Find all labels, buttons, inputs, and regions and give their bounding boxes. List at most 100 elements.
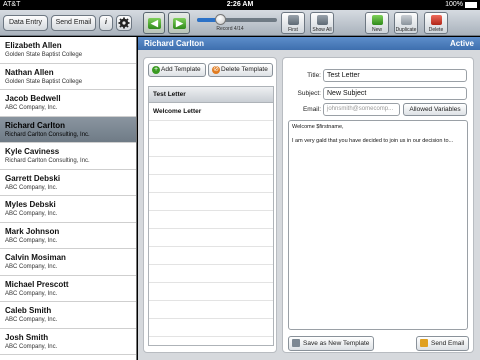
empty-template-row [149, 157, 273, 175]
list-item[interactable]: Kyle Caviness Richard Carlton Consulting,… [0, 143, 136, 170]
contact-list: Elizabeth Allen Golden State Baptist Coll… [0, 37, 137, 360]
email-field[interactable]: johnsmith@somecomp... [323, 103, 400, 116]
list-item[interactable]: Mark Johnson ABC Company, Inc. [0, 223, 136, 249]
contact-name: Calvin Mosiman [5, 253, 66, 262]
contact-name: Garrett Debski [5, 173, 61, 183]
contact-company: ABC Company, Inc. [5, 105, 58, 111]
plus-icon: + [152, 66, 160, 74]
list-item[interactable]: Elizabeth Allen Golden State Baptist Coll… [0, 37, 136, 64]
contact-company: Richard Carlton Consulting, Inc. [5, 158, 90, 164]
previous-record-button[interactable]: ◀ [143, 12, 165, 34]
record-counter: Record 4/14 [216, 26, 244, 32]
list-item[interactable]: Garrett Debski ABC Company, Inc. [0, 170, 136, 196]
empty-template-row [149, 283, 273, 301]
record-slider-thumb[interactable] [215, 14, 227, 25]
subject-label: Subject: [297, 90, 322, 97]
send-email-label: Send Email [431, 340, 465, 347]
empty-template-row [149, 229, 273, 247]
save-as-new-template-label: Save as New Template [303, 340, 370, 347]
list-item[interactable]: Richard Carlton Richard Carlton Consultin… [0, 116, 136, 143]
list-item[interactable]: Josh Smith ABC Company, Inc. [0, 329, 136, 355]
detail-contact-name: Richard Carlton [144, 39, 205, 48]
contact-company: ABC Company, Inc. [5, 237, 58, 244]
add-template-button[interactable]: + Add Template [148, 63, 206, 77]
clock: 2:26 AM [226, 1, 254, 8]
empty-template-row [149, 175, 273, 193]
template-row[interactable]: Welcome Letter [149, 103, 273, 121]
battery-icon [465, 1, 477, 8]
info-button[interactable]: i [99, 15, 113, 31]
list-item[interactable]: Jacob Bedwell ABC Company, Inc. [0, 90, 136, 117]
send-email-toolbar-button[interactable]: Send Email [51, 15, 96, 31]
save-as-new-template-button[interactable]: Save as New Template [288, 336, 375, 351]
empty-template-row [149, 301, 273, 319]
title-field[interactable]: Test Letter [323, 69, 467, 82]
subject-field[interactable]: New Subject [323, 87, 467, 100]
next-record-button[interactable]: ▶ [168, 12, 190, 34]
list-item[interactable]: Caleb Smith ABC Company, Inc. [0, 302, 136, 329]
contact-company: ABC Company, Inc. [5, 343, 58, 350]
new-button-label: New [371, 27, 382, 33]
contact-company: Golden State Baptist College [5, 52, 83, 58]
email-body-field[interactable]: Welcome $firstname, I am very gald that … [288, 120, 468, 330]
show-all-button-label: Show All [312, 27, 332, 33]
record-slider[interactable] [197, 14, 277, 25]
data-entry-button[interactable]: Data Entry [3, 15, 48, 31]
allowed-variables-button[interactable]: Allowed Variables [403, 103, 467, 116]
empty-template-row [149, 211, 273, 229]
list-icon [317, 15, 328, 25]
contact-name: Mark Johnson [5, 226, 60, 236]
contact-company: ABC Company, Inc. [5, 317, 58, 323]
contact-company: Golden State Baptist College [5, 78, 83, 85]
contact-name: Jacob Bedwell [5, 94, 61, 103]
detail-pane: Richard Carlton Active + Add Template ⊘ … [138, 37, 480, 360]
contact-list-items: Elizabeth Allen Golden State Baptist Coll… [0, 37, 136, 355]
delete-template-label: Delete Template [221, 66, 268, 73]
add-template-label: Add Template [161, 66, 201, 73]
delete-template-icon: ⊘ [212, 66, 220, 74]
duplicate-button-label: Duplicate [395, 27, 417, 33]
contact-company: ABC Company, Inc. [5, 211, 58, 217]
duplicate-button[interactable]: Duplicate [394, 12, 418, 34]
contact-name: Richard Carlton [5, 120, 66, 130]
email-label: Email: [302, 106, 321, 113]
battery-percent: 100% [445, 1, 463, 8]
show-all-button[interactable]: Show All [310, 12, 334, 34]
template-list: Test Letter Welcome Letter [148, 86, 274, 346]
delete-button[interactable]: Delete [424, 12, 448, 34]
status-badge: Active [449, 39, 474, 48]
body-text: I am very gald that you have decided to … [292, 138, 454, 144]
toolbar: Data Entry Send Email i ◀ ▶ Record 4/14 [0, 10, 480, 36]
list-item[interactable]: Michael Prescott ABC Company, Inc. [0, 276, 136, 302]
contact-company: ABC Company, Inc. [5, 264, 58, 270]
delete-button-label: Delete [428, 27, 444, 33]
template-panel: + Add Template ⊘ Delete Template Test Le… [143, 57, 277, 353]
first-button[interactable]: First [281, 12, 305, 34]
empty-template-row [149, 121, 273, 139]
settings-button[interactable] [116, 15, 132, 31]
contact-name: Elizabeth Allen [5, 41, 62, 50]
contact-name: Myles Debski [5, 200, 56, 209]
envelope-icon [420, 339, 428, 347]
contact-name: Caleb Smith [5, 306, 52, 315]
contact-name: Nathan Allen [5, 67, 54, 77]
first-record-icon [288, 15, 299, 25]
list-item[interactable]: Myles Debski ABC Company, Inc. [0, 196, 136, 223]
contact-company: ABC Company, Inc. [5, 290, 58, 297]
list-item[interactable]: Nathan Allen Golden State Baptist College [0, 64, 136, 90]
contact-name: Michael Prescott [5, 279, 69, 289]
list-item[interactable]: Calvin Mosiman ABC Company, Inc. [0, 249, 136, 276]
app-window: AT&T 2:26 AM 100% Data Entry Send Email … [0, 0, 480, 360]
delete-template-button[interactable]: ⊘ Delete Template [208, 63, 273, 77]
body-greeting: Welcome $firstname, [292, 124, 344, 130]
send-email-button[interactable]: Send Email [416, 336, 470, 351]
template-list-header[interactable]: Test Letter [149, 87, 273, 103]
empty-template-row [149, 319, 273, 337]
contact-name: Josh Smith [5, 332, 49, 342]
arrow-right-icon: ▶ [173, 18, 186, 29]
contact-name: Kyle Caviness [5, 147, 60, 156]
new-button[interactable]: New [365, 12, 389, 34]
empty-template-row [149, 193, 273, 211]
first-button-label: First [288, 27, 298, 33]
duplicate-icon [401, 15, 412, 25]
